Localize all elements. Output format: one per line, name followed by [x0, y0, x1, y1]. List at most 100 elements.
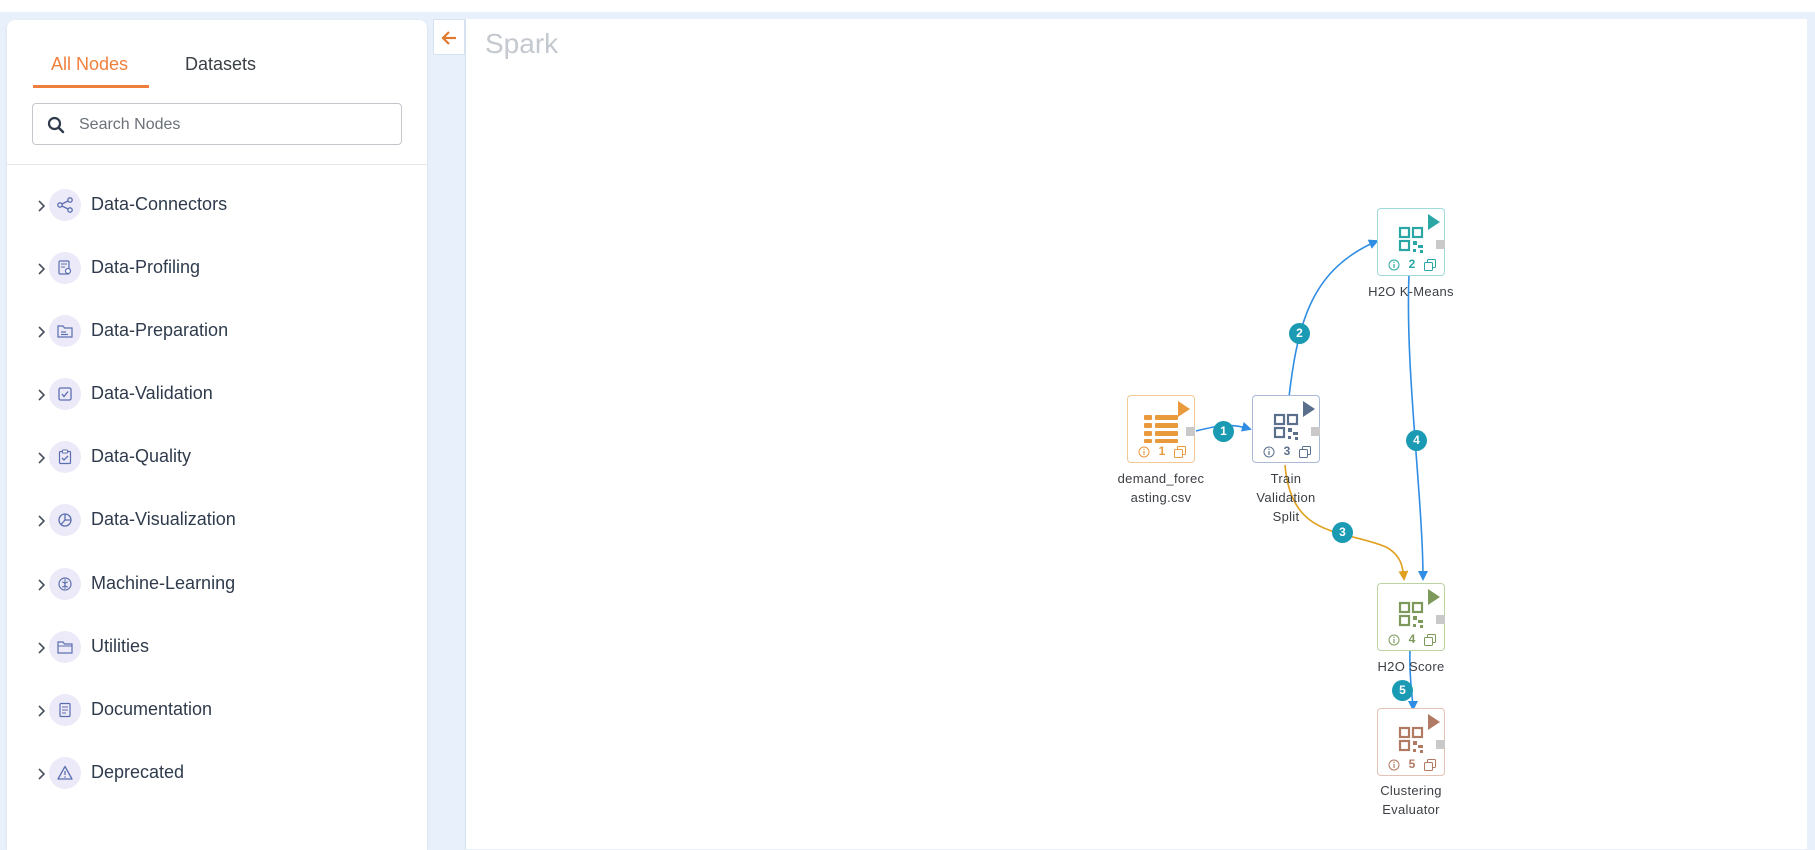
- node-label-line: Evaluator: [1382, 802, 1440, 817]
- node-label-line: asting.csv: [1130, 490, 1192, 505]
- chevron-right-icon: [38, 452, 46, 464]
- search-input[interactable]: [77, 104, 391, 146]
- category-deprecated[interactable]: Deprecated: [27, 754, 417, 794]
- copy-icon[interactable]: [1424, 759, 1436, 771]
- node-number: 1: [1158, 444, 1166, 458]
- chevron-right-icon: [38, 642, 46, 654]
- category-data-visualization[interactable]: Data-Visualization: [27, 501, 417, 541]
- category-label: Utilities: [91, 636, 150, 656]
- info-icon[interactable]: [1263, 446, 1275, 458]
- category-label: Data-Profiling: [91, 257, 201, 277]
- copy-icon[interactable]: [1174, 446, 1186, 458]
- clipboard-check-icon: [49, 441, 81, 473]
- edges-layer: [1195, 239, 1428, 711]
- category-label: Machine-Learning: [91, 573, 236, 593]
- node-label-line: Split: [1272, 509, 1300, 524]
- brain-icon: [49, 568, 81, 600]
- node-label-line: H2O K-Means: [1368, 284, 1454, 299]
- output-port[interactable]: [1436, 740, 1445, 749]
- warning-icon: [49, 757, 81, 789]
- tab-all-nodes[interactable]: All Nodes: [51, 54, 128, 75]
- category-machine-learning[interactable]: Machine-Learning: [27, 565, 417, 605]
- edge-badge: 2: [1289, 323, 1310, 344]
- node-number: 5: [1408, 757, 1416, 771]
- edge-badge: 1: [1213, 421, 1234, 442]
- copy-icon[interactable]: [1424, 259, 1436, 271]
- info-icon[interactable]: [1138, 446, 1150, 458]
- node-label: Train Validation Split: [1246, 469, 1326, 526]
- node-train-validation-split[interactable]: 3: [1252, 395, 1320, 463]
- node-label: demand_forec asting.csv: [1101, 469, 1221, 507]
- node-number: 2: [1408, 257, 1416, 271]
- node-label-line: Validation: [1256, 490, 1316, 505]
- category-data-preparation[interactable]: Data-Preparation: [27, 312, 417, 352]
- chevron-right-icon: [38, 326, 46, 338]
- node-h2o-score[interactable]: 4: [1377, 583, 1445, 651]
- node-palette-sidebar: All Nodes Datasets Data-Connectors Data-…: [7, 20, 427, 850]
- chevron-right-icon: [38, 200, 46, 212]
- output-port[interactable]: [1436, 240, 1445, 249]
- info-icon[interactable]: [1388, 259, 1400, 271]
- folder-icon: [49, 631, 81, 663]
- category-label: Deprecated: [91, 762, 185, 782]
- node-number: 3: [1283, 444, 1291, 458]
- info-icon[interactable]: [1388, 634, 1400, 646]
- node-clustering-evaluator[interactable]: 5: [1377, 708, 1445, 776]
- document-icon: [49, 694, 81, 726]
- edge-badge: 4: [1406, 430, 1427, 451]
- edge-4[interactable]: [1407, 274, 1428, 581]
- share-icon: [49, 189, 81, 221]
- category-utilities[interactable]: Utilities: [27, 628, 417, 668]
- qr-icon: [1398, 226, 1424, 253]
- checkbox-icon: [49, 378, 81, 410]
- node-label-line: H2O Score: [1377, 659, 1445, 674]
- node-label: H2O K-Means: [1351, 282, 1471, 301]
- workflow-canvas[interactable]: Spark 1 2 3 4 5 1 demand_forec asting.cs…: [433, 19, 1807, 849]
- node-number: 4: [1408, 632, 1416, 646]
- chevron-right-icon: [38, 768, 46, 780]
- category-label: Data-Validation: [91, 383, 213, 403]
- node-label-line: Clustering: [1380, 783, 1442, 798]
- category-label: Data-Quality: [91, 446, 192, 466]
- node-h2o-k-means[interactable]: 2: [1377, 208, 1445, 276]
- chevron-right-icon: [38, 389, 46, 401]
- pie-chart-icon: [49, 504, 81, 536]
- chevron-right-icon: [38, 579, 46, 591]
- category-label: Data-Visualization: [91, 509, 236, 529]
- chevron-right-icon: [38, 515, 46, 527]
- node-label-line: Train: [1270, 471, 1302, 486]
- output-port[interactable]: [1311, 427, 1320, 436]
- category-data-profiling[interactable]: Data-Profiling: [27, 249, 417, 289]
- qr-icon: [1273, 413, 1299, 440]
- category-data-validation[interactable]: Data-Validation: [27, 375, 417, 415]
- tab-datasets[interactable]: Datasets: [185, 54, 256, 75]
- folder-chart-icon: [49, 315, 81, 347]
- copy-icon[interactable]: [1424, 634, 1436, 646]
- edge-badge: 3: [1332, 522, 1353, 543]
- category-documentation[interactable]: Documentation: [27, 691, 417, 731]
- output-port[interactable]: [1186, 427, 1195, 436]
- edge-2[interactable]: [1288, 239, 1379, 398]
- output-port[interactable]: [1436, 615, 1445, 624]
- node-label: H2O Score: [1351, 657, 1471, 676]
- qr-icon: [1398, 726, 1424, 753]
- top-strip: [0, 0, 1815, 12]
- search-nodes-field[interactable]: [32, 103, 402, 146]
- qr-icon: [1398, 601, 1424, 628]
- category-data-connectors[interactable]: Data-Connectors: [27, 186, 417, 226]
- category-data-quality[interactable]: Data-Quality: [27, 438, 417, 478]
- search-icon: [47, 116, 65, 134]
- document-search-icon: [49, 252, 81, 284]
- edge-badge: 5: [1392, 680, 1413, 701]
- chevron-right-icon: [38, 263, 46, 275]
- category-label: Data-Preparation: [91, 320, 229, 340]
- category-label: Data-Connectors: [91, 194, 228, 214]
- category-label: Documentation: [91, 699, 213, 719]
- table-icon: [1144, 415, 1178, 443]
- copy-icon[interactable]: [1299, 446, 1311, 458]
- sidebar-divider: [7, 164, 427, 165]
- info-icon[interactable]: [1388, 759, 1400, 771]
- node-label-line: demand_forec: [1117, 471, 1205, 486]
- node-label: Clustering Evaluator: [1351, 781, 1471, 819]
- node-demand-forecasting-csv[interactable]: 1: [1127, 395, 1195, 463]
